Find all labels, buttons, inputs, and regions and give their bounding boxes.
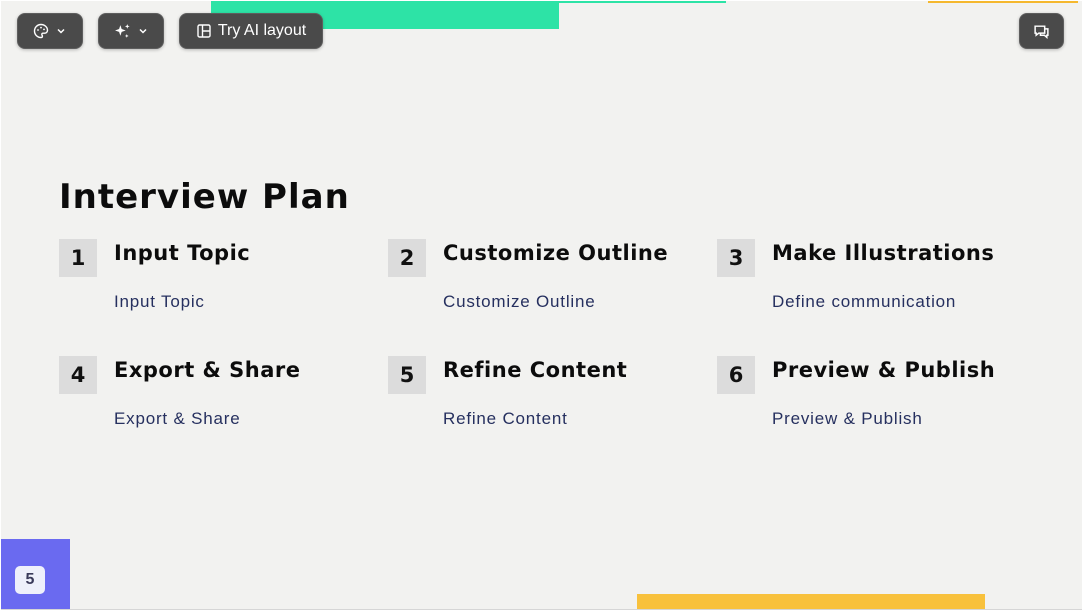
step-description[interactable]: Input Topic	[114, 292, 205, 312]
page-number-badge: 5	[15, 566, 45, 594]
chat-icon	[1033, 23, 1050, 40]
step-title[interactable]: Make Illustrations	[772, 241, 994, 265]
decorative-yellow-bar	[637, 594, 985, 609]
step-title[interactable]: Customize Outline	[443, 241, 668, 265]
step-title[interactable]: Input Topic	[114, 241, 250, 265]
step-description[interactable]: Export & Share	[114, 409, 240, 429]
chevron-down-icon	[137, 25, 149, 37]
step-number: 6	[717, 356, 755, 394]
step-number: 5	[388, 356, 426, 394]
step-item-1: 1 Input Topic Input Topic	[59, 239, 359, 329]
try-ai-layout-button[interactable]: Try AI layout	[179, 13, 323, 49]
step-description[interactable]: Preview & Publish	[772, 409, 923, 429]
step-description[interactable]: Define communication	[772, 292, 956, 312]
chevron-down-icon	[55, 25, 67, 37]
ai-tools-button[interactable]	[98, 13, 164, 49]
step-number: 4	[59, 356, 97, 394]
step-item-4: 4 Export & Share Export & Share	[59, 356, 359, 446]
step-description[interactable]: Refine Content	[443, 409, 568, 429]
step-title[interactable]: Preview & Publish	[772, 358, 995, 382]
step-description[interactable]: Customize Outline	[443, 292, 596, 312]
step-title[interactable]: Export & Share	[114, 358, 301, 382]
step-number: 1	[59, 239, 97, 277]
step-item-5: 5 Refine Content Refine Content	[388, 356, 688, 446]
decorative-yellow-line	[928, 1, 1078, 3]
sparkles-icon	[114, 23, 131, 40]
slide-title[interactable]: Interview Plan	[59, 177, 350, 217]
theme-button[interactable]	[17, 13, 83, 49]
step-item-2: 2 Customize Outline Customize Outline	[388, 239, 688, 329]
step-item-3: 3 Make Illustrations Define communicatio…	[717, 239, 1017, 329]
step-title[interactable]: Refine Content	[443, 358, 627, 382]
step-number: 3	[717, 239, 755, 277]
try-ai-layout-label: Try AI layout	[217, 22, 307, 39]
palette-icon	[33, 23, 49, 39]
slide-canvas: 5 Interview Plan 1 Input Topic Input Top…	[1, 1, 1082, 610]
step-number: 2	[388, 239, 426, 277]
chat-button[interactable]	[1019, 13, 1064, 49]
layout-icon	[196, 23, 212, 39]
step-item-6: 6 Preview & Publish Preview & Publish	[717, 356, 1017, 446]
